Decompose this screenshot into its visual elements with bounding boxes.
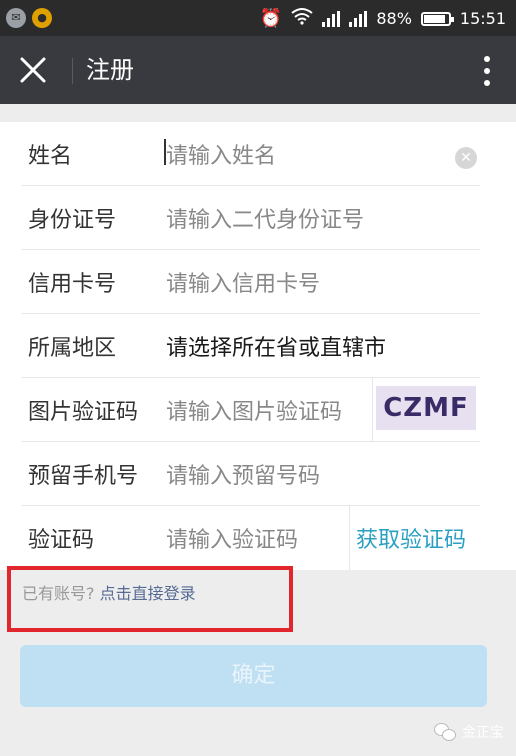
page-title: 注册: [86, 56, 134, 84]
name-input[interactable]: 请输入姓名: [166, 138, 276, 170]
sms-code-label: 验证码: [28, 528, 95, 553]
captcha-input[interactable]: 请输入图片验证码: [166, 394, 342, 426]
signal-icon: [322, 10, 341, 27]
sms-code-input[interactable]: 请输入验证码: [166, 522, 298, 554]
clear-icon[interactable]: ✕: [455, 147, 477, 169]
captcha-row: 图片验证码 请输入图片验证码 CZMF: [0, 378, 516, 442]
close-button[interactable]: [18, 55, 48, 85]
name-row: 姓名 请输入姓名 ✕: [0, 122, 516, 186]
title-divider: [72, 58, 73, 84]
status-time: 15:51: [459, 9, 506, 28]
registration-form: 姓名 请输入姓名 ✕ 身份证号 请输入二代身份证号 信用卡号 请输入信用卡号 所…: [0, 122, 516, 570]
more-vertical-icon: [484, 56, 490, 62]
notification-app-icon: ●: [32, 8, 52, 28]
id-number-input[interactable]: 请输入二代身份证号: [166, 202, 364, 234]
wifi-icon: [291, 7, 313, 30]
captcha-image[interactable]: CZMF: [376, 386, 476, 430]
confirm-button[interactable]: 确定: [20, 645, 487, 707]
highlight-box: [7, 566, 293, 632]
phone-label: 预留手机号: [28, 464, 139, 489]
phone-row: 预留手机号 请输入预留号码: [0, 442, 516, 506]
phone-input[interactable]: 请输入预留号码: [166, 458, 320, 490]
watermark-text: 金正宝: [462, 725, 504, 741]
signal-icon: [349, 10, 368, 27]
battery-icon: [420, 11, 454, 26]
get-code-button[interactable]: 获取验证码: [356, 522, 466, 554]
captcha-label: 图片验证码: [28, 400, 139, 425]
region-label: 所属地区: [28, 336, 117, 361]
sms-code-row: 验证码 请输入验证码 获取验证码: [0, 506, 516, 570]
status-bar: ✉ ● ⏰ 88% 15:51: [0, 0, 516, 36]
sms-divider: [349, 506, 350, 570]
wechat-icon: [434, 723, 456, 741]
id-number-label: 身份证号: [28, 208, 117, 233]
battery-percent: 88%: [376, 9, 412, 28]
name-label: 姓名: [28, 144, 73, 169]
id-number-row: 身份证号 请输入二代身份证号: [0, 186, 516, 250]
alarm-icon: ⏰: [259, 7, 283, 29]
credit-card-input[interactable]: 请输入信用卡号: [166, 266, 320, 298]
credit-card-row: 信用卡号 请输入信用卡号: [0, 250, 516, 314]
title-bar: 注册: [0, 36, 516, 104]
credit-card-label: 信用卡号: [28, 272, 117, 297]
close-icon: [20, 57, 46, 83]
captcha-divider: [372, 378, 373, 442]
region-select[interactable]: 请选择所在省或直辖市: [166, 330, 386, 362]
message-app-icon: ✉: [6, 8, 26, 28]
watermark: 金正宝: [434, 722, 504, 742]
more-button[interactable]: [482, 56, 492, 86]
region-row: 所属地区 请选择所在省或直辖市: [0, 314, 516, 378]
